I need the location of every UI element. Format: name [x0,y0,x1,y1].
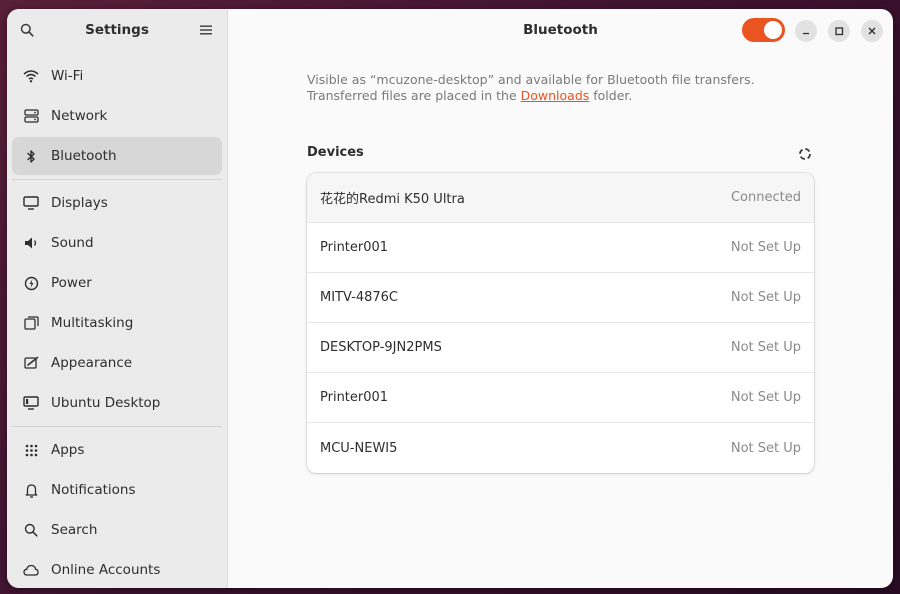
device-status: Not Set Up [730,340,801,355]
device-row[interactable]: MITV-4876C Not Set Up [307,273,814,323]
bluetooth-description: Visible as “mcuzone-desktop” and availab… [307,72,817,104]
close-icon [868,27,876,35]
multitasking-icon [23,315,39,331]
ubuntu-desktop-icon [23,395,39,411]
device-name: Printer001 [320,240,389,255]
network-icon [23,108,39,124]
bell-icon [23,482,39,498]
wifi-icon [23,68,39,84]
device-row[interactable]: Printer001 Not Set Up [307,373,814,423]
sidebar-item-label: Displays [51,195,108,211]
bluetooth-toggle[interactable] [742,18,785,42]
sidebar-item-online-accounts[interactable]: Online Accounts [12,551,222,588]
maximize-button[interactable] [828,20,850,42]
minimize-button[interactable] [795,20,817,42]
minimize-icon [803,32,809,35]
device-name: Printer001 [320,390,389,405]
device-status: Not Set Up [730,290,801,305]
sidebar-item-label: Online Accounts [51,562,161,578]
device-row[interactable]: DESKTOP-9JN2PMS Not Set Up [307,323,814,373]
sidebar-item-sound[interactable]: Sound [12,224,222,262]
device-name: DESKTOP-9JN2PMS [320,340,442,355]
sidebar-item-label: Ubuntu Desktop [51,395,161,411]
sidebar-item-label: Wi-Fi [51,68,84,84]
sidebar-item-label: Appearance [51,355,133,371]
refresh-spinner-icon [798,146,812,160]
device-list: 花花的Redmi K50 Ultra Connected Printer001 … [307,173,814,473]
cloud-icon [23,562,39,578]
hamburger-menu-icon[interactable] [197,21,215,39]
close-button[interactable] [861,20,883,42]
sidebar-item-notifications[interactable]: Notifications [12,471,222,509]
sidebar-header: Settings [7,9,227,51]
page-title: Bluetooth [523,22,598,38]
sidebar-item-power[interactable]: Power [12,264,222,302]
sidebar-divider [12,179,222,180]
maximize-icon [835,27,844,36]
power-icon [23,275,39,291]
downloads-link[interactable]: Downloads [521,88,590,103]
sidebar-nav: Wi-Fi Network Bluetooth Displays Sound P… [7,55,227,588]
device-row[interactable]: Printer001 Not Set Up [307,223,814,273]
sidebar-item-ubuntu-desktop[interactable]: Ubuntu Desktop [12,384,222,422]
sidebar-item-label: Power [51,275,92,291]
sidebar-item-network[interactable]: Network [12,97,222,135]
device-status: Not Set Up [730,240,801,255]
device-status: Connected [730,190,801,205]
main-content: Bluetooth Visible as “mcuzone-desktop” a… [228,9,893,588]
device-row[interactable]: 花花的Redmi K50 Ultra Connected [307,173,814,223]
toggle-knob [764,21,782,39]
sidebar-item-multitasking[interactable]: Multitasking [12,304,222,342]
sidebar-divider [12,426,222,427]
display-icon [23,195,39,211]
sound-icon [23,235,39,251]
device-name: 花花的Redmi K50 Ultra [320,192,465,207]
devices-heading: Devices [307,145,364,160]
sidebar-item-label: Notifications [51,482,136,498]
sidebar-item-label: Bluetooth [51,148,117,164]
sidebar-item-bluetooth[interactable]: Bluetooth [12,137,222,175]
bluetooth-icon [23,148,39,164]
apps-icon [23,442,39,458]
device-row[interactable]: MCU-NEWI5 Not Set Up [307,423,814,473]
sidebar-item-displays[interactable]: Displays [12,184,222,222]
sidebar: Settings Wi-Fi Network Bluetooth Display… [7,9,228,588]
search-icon [23,522,39,538]
main-header: Bluetooth [228,9,893,51]
sidebar-item-label: Sound [51,235,94,251]
appearance-icon [23,355,39,371]
sidebar-item-wifi[interactable]: Wi-Fi [12,57,222,95]
sidebar-title: Settings [85,22,149,38]
sidebar-item-label: Apps [51,442,85,458]
sidebar-item-apps[interactable]: Apps [12,431,222,469]
sidebar-item-label: Network [51,108,108,124]
device-name: MITV-4876C [320,290,398,305]
device-status: Not Set Up [730,390,801,405]
device-name: MCU-NEWI5 [320,440,398,456]
sidebar-item-search[interactable]: Search [12,511,222,549]
sidebar-item-label: Search [51,522,98,538]
device-status: Not Set Up [730,440,801,456]
description-text-end: folder. [589,88,633,103]
sidebar-item-appearance[interactable]: Appearance [12,344,222,382]
settings-window: Settings Wi-Fi Network Bluetooth Display… [7,9,893,588]
sidebar-item-label: Multitasking [51,315,134,331]
